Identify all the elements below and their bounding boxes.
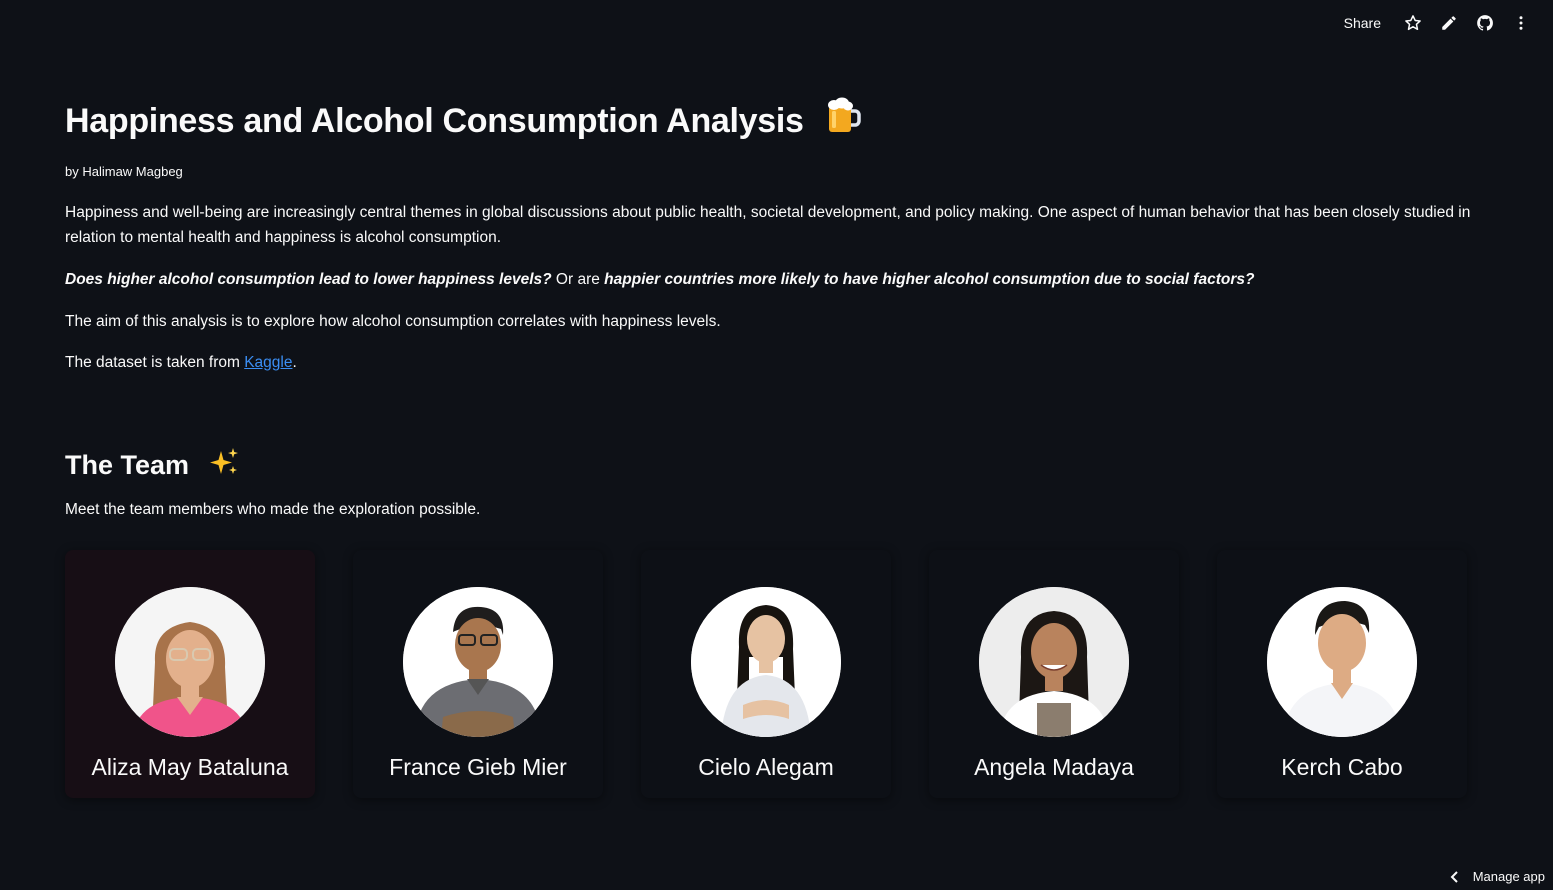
team-card[interactable]: France Gieb Mier bbox=[353, 550, 603, 798]
team-subtitle: Meet the team members who made the explo… bbox=[65, 501, 481, 518]
page-title: Happiness and Alcohol Consumption Analys… bbox=[65, 96, 861, 149]
team-card[interactable]: Kerch Cabo bbox=[1217, 550, 1467, 798]
member-name: France Gieb Mier bbox=[389, 754, 567, 780]
page-title-text: Happiness and Alcohol Consumption Analys… bbox=[65, 102, 804, 140]
star-icon[interactable] bbox=[1395, 5, 1431, 41]
github-icon[interactable] bbox=[1467, 5, 1503, 41]
team-card[interactable]: Angela Madaya bbox=[929, 550, 1179, 798]
team-cards: Aliza May Bataluna France Gieb Mier Ciel… bbox=[65, 550, 1467, 798]
author-byline: by Halimaw Magbeg bbox=[65, 164, 183, 179]
beer-mug-emoji-icon bbox=[825, 97, 861, 149]
pencil-icon[interactable] bbox=[1431, 5, 1467, 41]
more-vertical-icon[interactable] bbox=[1503, 5, 1539, 41]
question-two: happier countries more likely to have hi… bbox=[604, 271, 1255, 288]
dataset-paragraph: The dataset is taken from Kaggle. bbox=[65, 350, 1490, 375]
avatar bbox=[979, 587, 1129, 737]
kaggle-link[interactable]: Kaggle bbox=[244, 354, 292, 371]
team-heading: The Team bbox=[65, 446, 239, 487]
avatar bbox=[115, 587, 265, 737]
app-toolbar: Share bbox=[1334, 0, 1553, 46]
member-name: Kerch Cabo bbox=[1281, 754, 1403, 780]
intro-paragraph: Happiness and well-being are increasingl… bbox=[65, 204, 1471, 246]
member-name: Angela Madaya bbox=[974, 754, 1134, 780]
team-heading-text: The Team bbox=[65, 450, 190, 480]
research-questions: Does higher alcohol consumption lead to … bbox=[65, 267, 1490, 292]
dataset-prefix: The dataset is taken from bbox=[65, 354, 245, 371]
aim-paragraph: The aim of this analysis is to explore h… bbox=[65, 313, 721, 330]
manage-app-button[interactable]: Manage app bbox=[1449, 869, 1545, 884]
member-name: Cielo Alegam bbox=[698, 754, 834, 780]
sparkles-emoji-icon bbox=[209, 447, 239, 487]
member-name: Aliza May Bataluna bbox=[91, 754, 289, 780]
chevron-left-icon bbox=[1450, 870, 1458, 883]
avatar bbox=[691, 587, 841, 737]
team-card[interactable]: Cielo Alegam bbox=[641, 550, 891, 798]
question-connector: Or are bbox=[551, 271, 605, 288]
dataset-suffix: . bbox=[292, 354, 297, 371]
team-card[interactable]: Aliza May Bataluna bbox=[65, 550, 315, 798]
share-button[interactable]: Share bbox=[1334, 9, 1391, 37]
manage-app-label: Manage app bbox=[1472, 869, 1545, 884]
question-one: Does higher alcohol consumption lead to … bbox=[65, 271, 552, 288]
avatar bbox=[1267, 587, 1417, 737]
avatar bbox=[403, 587, 553, 737]
